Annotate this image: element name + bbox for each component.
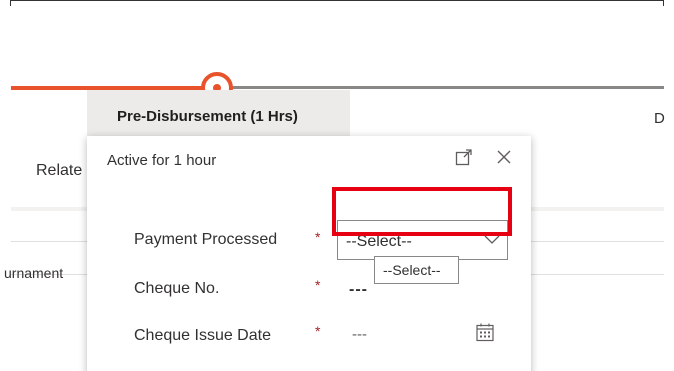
- calendar-icon[interactable]: [475, 322, 495, 342]
- process-track-remaining: [232, 86, 664, 89]
- cheque-issue-date-field[interactable]: ---: [352, 326, 367, 343]
- required-marker: *: [315, 229, 321, 245]
- select-option-tooltip-text: --Select--: [383, 262, 441, 278]
- related-tab[interactable]: Relate: [36, 162, 82, 180]
- stage-label[interactable]: Pre-Disbursement (1 Hrs): [117, 108, 298, 125]
- cheque-no-label: Cheque No.: [134, 280, 220, 297]
- flyout-title: Active for 1 hour: [107, 152, 217, 169]
- payment-processed-label: Payment Processed: [134, 231, 278, 248]
- required-marker: *: [315, 277, 321, 293]
- required-marker: *: [315, 323, 321, 339]
- close-icon[interactable]: [495, 148, 513, 166]
- select-option-tooltip: --Select--: [374, 256, 459, 284]
- window-frame: [10, 0, 664, 6]
- expand-icon[interactable]: [455, 148, 473, 166]
- cheque-no-field[interactable]: ---: [349, 281, 368, 299]
- tournament-field-label: urnament: [4, 265, 64, 281]
- cheque-issue-date-label: Cheque Issue Date: [134, 327, 271, 344]
- next-stage-label[interactable]: D: [654, 110, 665, 127]
- highlight-annotation: [332, 187, 512, 236]
